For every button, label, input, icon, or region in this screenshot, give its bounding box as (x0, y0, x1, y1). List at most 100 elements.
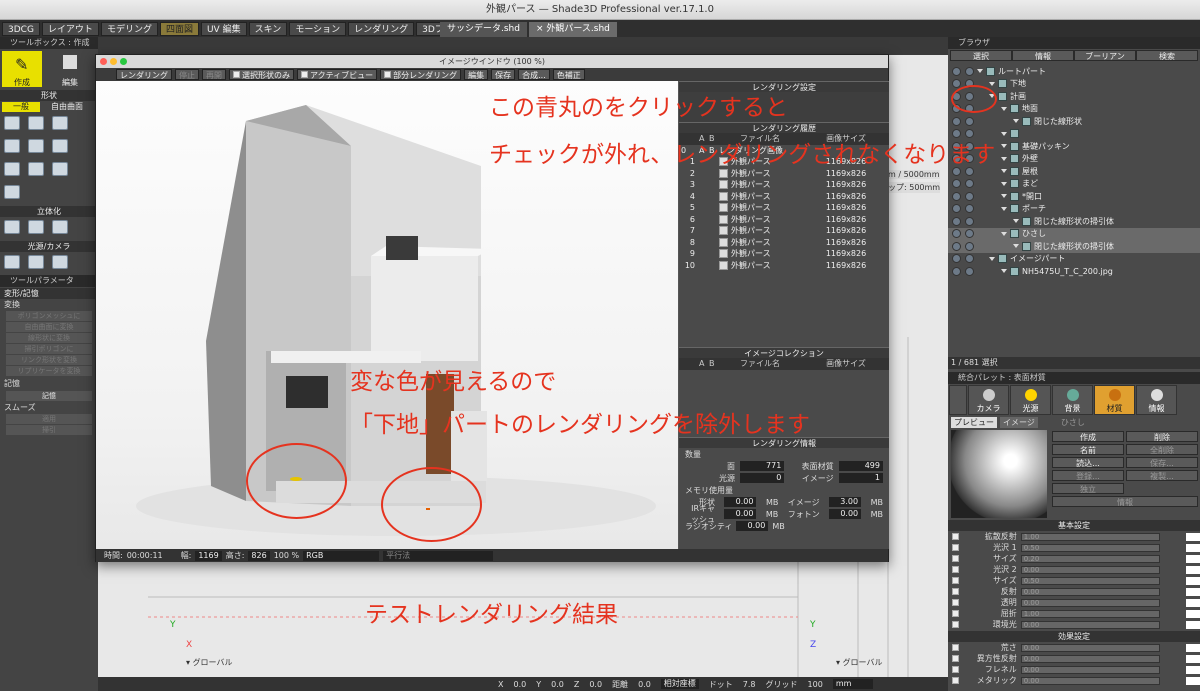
expand-icon[interactable] (1001, 106, 1007, 111)
property-checkbox[interactable] (952, 577, 959, 584)
edit-menu-button[interactable]: 編集 (464, 69, 489, 80)
edit-tab[interactable]: 編集 (50, 51, 90, 87)
color-swatch[interactable] (1186, 676, 1200, 685)
stop-button[interactable]: 停止 (175, 69, 199, 80)
property-checkbox[interactable] (952, 621, 959, 628)
expand-icon[interactable] (1001, 194, 1007, 199)
material-button[interactable]: 削除 (1126, 431, 1198, 442)
render-toggle-icon[interactable] (952, 191, 961, 201)
property-slider[interactable]: 0.00 (1020, 676, 1161, 685)
apply-button[interactable]: 適用 (6, 414, 92, 424)
render-toggle-icon[interactable] (952, 204, 961, 214)
torus-tool-icon[interactable] (52, 162, 68, 176)
color-swatch[interactable] (1186, 620, 1200, 629)
render-toggle-icon[interactable] (952, 266, 961, 276)
zoom-value[interactable]: 100 % (274, 551, 299, 560)
color-swatch[interactable] (1186, 576, 1200, 585)
sweep-button[interactable]: 掃引 (6, 425, 92, 435)
extrude-icon[interactable] (4, 220, 20, 234)
material-button[interactable]: 情報 (1052, 496, 1198, 507)
property-slider[interactable]: 0.00 (1020, 620, 1161, 629)
y-value[interactable]: 0.0 (551, 680, 564, 689)
visibility-icon[interactable] (965, 191, 974, 201)
convert-line-button[interactable]: 線形状に変換 (6, 333, 92, 343)
revolve-icon[interactable] (28, 220, 44, 234)
visibility-icon[interactable] (965, 229, 974, 239)
expand-icon[interactable] (1001, 206, 1007, 211)
property-slider[interactable]: 0.00 (1020, 654, 1161, 663)
selected-only-checkbox[interactable]: 選択形状のみ (229, 69, 294, 80)
history-row[interactable]: 10 外観パース 1169x826 (679, 260, 889, 272)
history-row[interactable]: 4 外観パース 1169x826 (679, 191, 889, 203)
line-tool-icon[interactable] (4, 116, 20, 130)
z-value[interactable]: 0.0 (589, 680, 602, 689)
expand-icon[interactable] (1001, 169, 1007, 174)
expand-icon[interactable] (977, 69, 983, 74)
render-toggle-icon[interactable] (952, 254, 961, 264)
spot-icon[interactable] (28, 255, 44, 269)
property-slider[interactable]: 0.00 (1020, 587, 1161, 596)
material-button[interactable]: 独立 (1052, 483, 1124, 494)
material-button[interactable]: 全削除 (1126, 444, 1198, 455)
property-checkbox[interactable] (952, 599, 959, 606)
rect-tool-icon[interactable] (52, 116, 68, 130)
close-icon[interactable] (100, 58, 107, 65)
workspace-tab[interactable]: 四面図 (159, 21, 199, 36)
workspace-tab[interactable]: レンダリング (348, 21, 415, 36)
tree-row[interactable]: 閉じた線形状の掃引体 (948, 215, 1200, 228)
visibility-icon[interactable] (965, 216, 974, 226)
property-slider[interactable]: 0.00 (1020, 665, 1161, 674)
property-checkbox[interactable] (952, 588, 959, 595)
expand-icon[interactable] (989, 256, 995, 261)
tab-material[interactable]: 材質 (1094, 385, 1135, 415)
property-checkbox[interactable] (952, 566, 959, 573)
color-swatch[interactable] (1186, 598, 1200, 607)
tab-info[interactable]: 情報 (1012, 50, 1074, 61)
property-slider[interactable]: 0.00 (1020, 598, 1161, 607)
preview-tab[interactable]: プレビュー (951, 417, 997, 428)
expand-icon[interactable] (1013, 244, 1019, 249)
x-value[interactable]: 0.0 (513, 680, 526, 689)
global-label-right[interactable]: ▾ グローバル (836, 657, 882, 668)
curve-tool-icon[interactable] (28, 116, 44, 130)
tab-select[interactable]: 選択 (950, 50, 1012, 61)
render-toggle-icon[interactable] (952, 241, 961, 251)
unit-select[interactable]: mm (832, 679, 873, 689)
visibility-icon[interactable] (965, 116, 974, 126)
history-row[interactable]: 2 外観パース 1169x826 (679, 168, 889, 180)
expand-icon[interactable] (1001, 131, 1007, 136)
history-row[interactable]: 3 外観パース 1169x826 (679, 179, 889, 191)
render-toggle-icon[interactable] (952, 116, 961, 126)
color-swatch[interactable] (1186, 554, 1200, 563)
render-toggle-icon[interactable] (952, 66, 961, 76)
restart-button[interactable]: 再開 (202, 69, 226, 80)
material-button[interactable]: 複製... (1126, 470, 1198, 481)
history-row[interactable]: 5 外観パース 1169x826 (679, 202, 889, 214)
tree-row[interactable]: NH5475U_T_C_200.jpg (948, 265, 1200, 278)
tree-row[interactable]: イメージパート (948, 253, 1200, 266)
tab-camera[interactable]: カメラ (968, 385, 1009, 415)
history-row[interactable]: 7 外観パース 1169x826 (679, 225, 889, 237)
expand-icon[interactable] (989, 81, 995, 86)
expand-icon[interactable] (1001, 144, 1007, 149)
tab-info-2[interactable]: 情報 (1136, 385, 1177, 415)
freeform-tab[interactable]: 自由曲面 (42, 102, 92, 112)
tree-row[interactable]: ルートパート (948, 65, 1200, 78)
minimize-icon[interactable] (110, 58, 117, 65)
material-button[interactable]: 登録... (1052, 470, 1124, 481)
material-button[interactable]: 作成 (1052, 431, 1124, 442)
tree-row[interactable]: ひさし (948, 227, 1200, 240)
convert-replicator-button[interactable]: リプリケータを変換 (6, 366, 92, 376)
color-correct-button[interactable]: 色補正 (552, 69, 585, 80)
property-slider[interactable]: 0.00 (1020, 565, 1161, 574)
composite-button[interactable]: 合成... (518, 69, 550, 80)
property-checkbox[interactable] (952, 610, 959, 617)
color-swatch[interactable] (1186, 665, 1200, 674)
tab-boolean[interactable]: ブーリアン (1074, 50, 1136, 61)
render-toggle-icon[interactable] (952, 216, 961, 226)
doc-tab-exterior[interactable]: × 外観パース.shd (528, 22, 617, 37)
tree-row[interactable]: 閉じた線形状の掃引体 (948, 240, 1200, 253)
color-swatch[interactable] (1186, 532, 1200, 541)
property-checkbox[interactable] (952, 666, 959, 673)
cone-tool-icon[interactable] (52, 139, 68, 153)
